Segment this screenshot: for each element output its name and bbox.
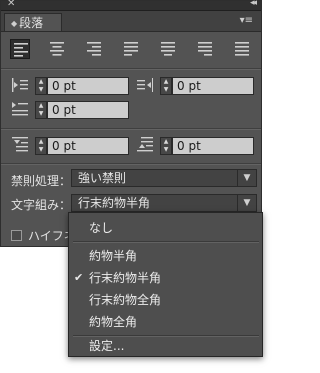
justify-all-button[interactable] <box>232 39 252 59</box>
checkmark-icon: ✔ <box>74 271 84 284</box>
align-right-icon <box>87 42 101 56</box>
menu-item-none[interactable]: なし <box>69 217 262 239</box>
justify-last-center-icon <box>161 42 175 56</box>
align-right-button[interactable] <box>84 39 104 59</box>
align-center-icon <box>50 42 64 56</box>
divider <box>1 68 261 70</box>
space-after-icon <box>137 137 153 152</box>
mojikumi-label: 文字組み： <box>11 198 72 212</box>
updown-icon[interactable]: ◆ <box>11 19 17 28</box>
align-center-button[interactable] <box>47 39 67 59</box>
mojikumi-popup-menu: なし 約物半角 ✔ 行末約物半角 行末約物全角 約物全角 設定... <box>68 212 263 357</box>
tab-row: ◆ 段落 ▾≡ <box>1 11 261 32</box>
menu-item-yakumono-zenkaku[interactable]: 約物全角 <box>69 311 262 333</box>
right-indent-field[interactable]: 0 pt <box>172 77 254 95</box>
panel-menu-icon[interactable]: ▾≡ <box>240 15 253 26</box>
menu-item-settings[interactable]: 設定... <box>69 335 262 357</box>
menu-separator <box>73 241 259 243</box>
space-before-field[interactable]: 0 pt <box>47 137 129 155</box>
left-indent-stepper[interactable]: ▲ ▼ <box>35 77 47 95</box>
mojikumi-value: 行末約物半角 <box>78 196 151 210</box>
right-indent-stepper[interactable]: ▲ ▼ <box>160 77 172 95</box>
panel-title-bar: ✕ ◂◂ <box>1 0 261 11</box>
kinsoku-dropdown[interactable]: 強い禁則 ▼ <box>71 169 257 187</box>
first-line-indent-stepper[interactable]: ▲ ▼ <box>35 101 47 119</box>
hyphenation-checkbox[interactable] <box>11 230 22 241</box>
right-indent-icon <box>137 78 153 92</box>
justify-last-left-icon <box>124 42 138 56</box>
close-icon[interactable]: ✕ <box>7 0 15 9</box>
align-left-icon <box>14 43 28 57</box>
collapse-icon[interactable]: ◂◂ <box>250 0 257 8</box>
justify-all-icon <box>235 42 249 56</box>
kinsoku-label: 禁則処理： <box>11 174 72 188</box>
divider <box>1 128 261 130</box>
kinsoku-value: 強い禁則 <box>78 171 127 185</box>
menu-item-yakumono-hankaku[interactable]: 約物半角 <box>69 245 262 267</box>
first-line-indent-field[interactable]: 0 pt <box>47 101 129 119</box>
justify-last-right-icon <box>198 42 212 56</box>
paragraph-panel: ✕ ◂◂ ◆ 段落 ▾≡ ▲ ▼ 0 pt ▲ ▼ 0 pt ▲ ▼ 0 pt … <box>0 0 262 247</box>
space-before-stepper[interactable]: ▲ ▼ <box>35 137 47 155</box>
space-after-field[interactable]: 0 pt <box>172 137 254 155</box>
space-after-stepper[interactable]: ▲ ▼ <box>160 137 172 155</box>
justify-last-center-button[interactable] <box>158 39 178 59</box>
menu-item-gyomatsu-yakumono-zenkaku[interactable]: 行末約物全角 <box>69 289 262 311</box>
tab-paragraph[interactable]: ◆ 段落 <box>4 13 62 31</box>
alignment-buttons <box>10 39 256 59</box>
left-indent-icon <box>12 78 28 92</box>
dropdown-arrow-icon[interactable]: ▼ <box>237 170 256 186</box>
menu-item-gyomatsu-yakumono-hankaku[interactable]: ✔ 行末約物半角 <box>69 267 262 289</box>
mojikumi-dropdown[interactable]: 行末約物半角 ▼ <box>71 194 257 212</box>
justify-last-right-button[interactable] <box>195 39 215 59</box>
align-left-button[interactable] <box>10 39 30 59</box>
first-line-indent-icon <box>12 102 28 116</box>
justify-last-left-button[interactable] <box>121 39 141 59</box>
tab-label: 段落 <box>19 16 44 30</box>
space-before-icon <box>12 137 28 152</box>
divider <box>1 163 261 165</box>
left-indent-field[interactable]: 0 pt <box>47 77 129 95</box>
dropdown-arrow-icon[interactable]: ▼ <box>237 195 256 211</box>
